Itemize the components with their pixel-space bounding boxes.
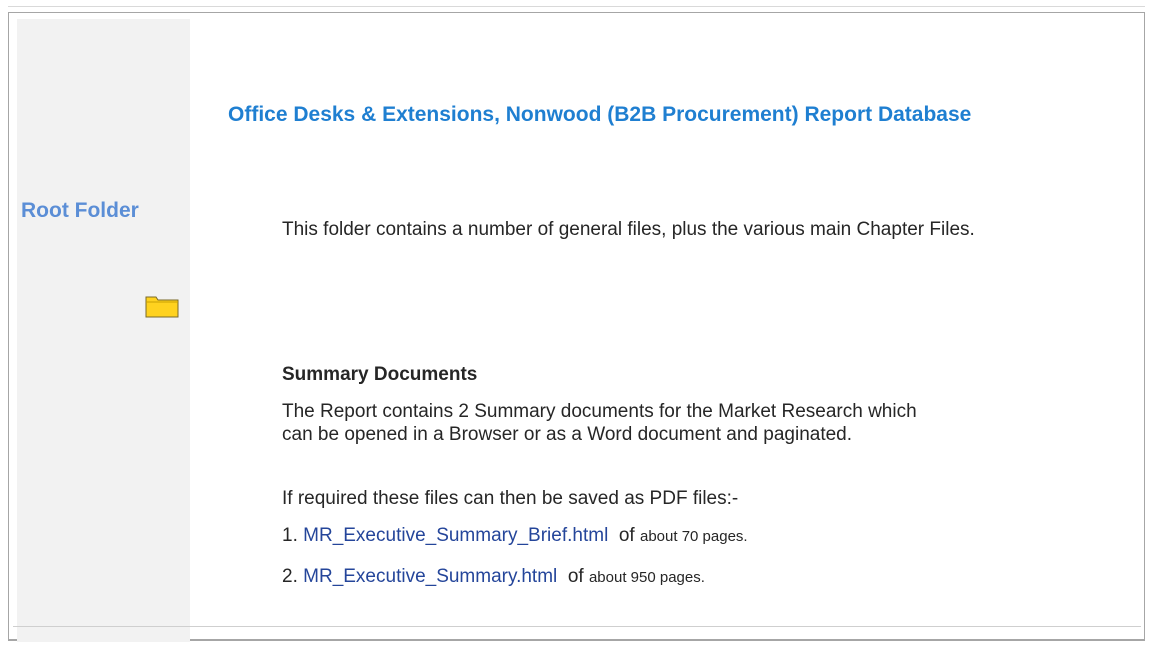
top-divider [8,6,1145,7]
content-panel: Root Folder Office Desks & Extensions, N… [8,12,1145,642]
bottom-divider [13,626,1141,627]
main-content: This folder contains a number of general… [282,212,1002,587]
list-item-of: of [618,525,635,546]
summary-text: The Report contains 2 Summary documents … [282,401,917,445]
document-list: 1. MR_Executive_Summary_Brief.html of ab… [282,525,748,607]
executive-summary-brief-link[interactable]: MR_Executive_Summary_Brief.html [303,525,608,546]
page-count: about 950 pages. [588,569,705,586]
list-item: 1. MR_Executive_Summary_Brief.html of ab… [282,525,748,566]
intro-text: This folder contains a number of general… [282,219,975,240]
list-item: 2. MR_Executive_Summary.html of about 95… [282,566,748,607]
root-folder-label: Root Folder [21,199,139,222]
section-heading: Summary Documents [282,364,478,385]
page-frame: Root Folder Office Desks & Extensions, N… [0,0,1153,647]
executive-summary-link[interactable]: MR_Executive_Summary.html [303,566,557,587]
list-item-number: 1. [282,525,298,546]
page-title: Office Desks & Extensions, Nonwood (B2B … [228,103,972,126]
list-item-number: 2. [282,566,298,587]
page-count: about 70 pages. [640,528,748,545]
folder-icon [145,296,179,318]
sidebar: Root Folder [17,19,190,642]
list-item-of: of [567,566,584,587]
save-note: If required these files can then be save… [282,488,739,509]
